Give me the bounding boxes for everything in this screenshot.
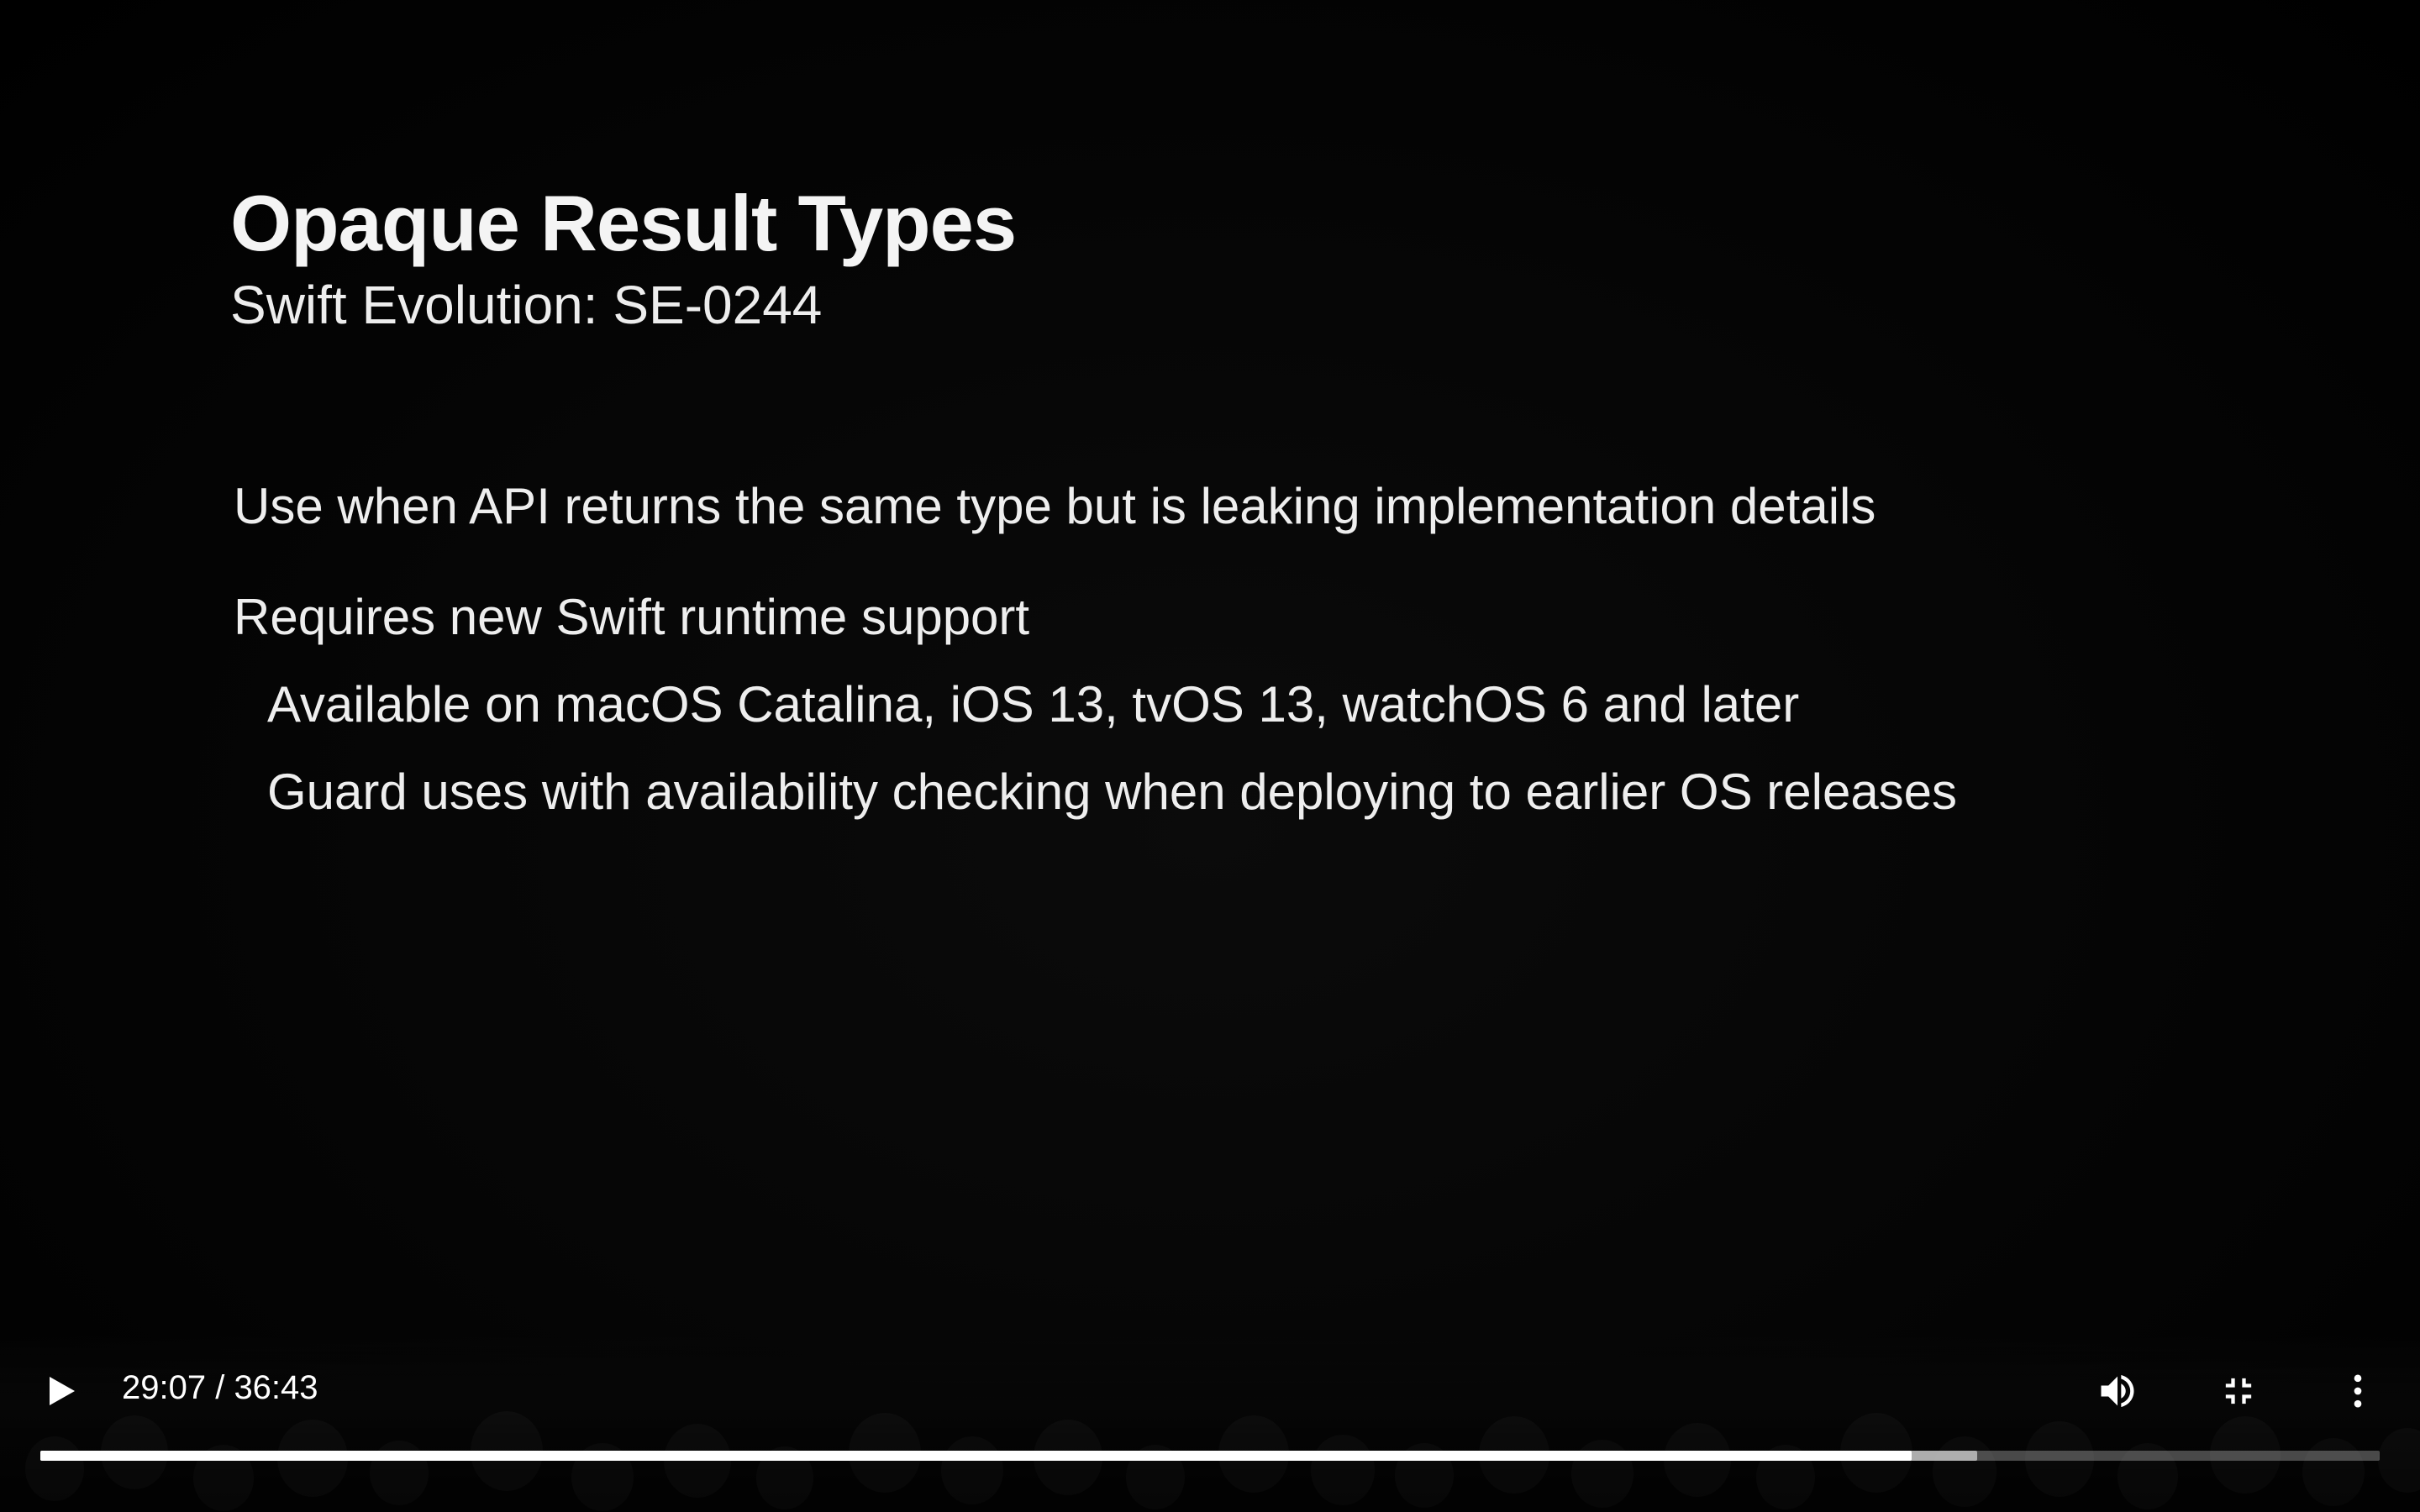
progress-played	[40, 1451, 1912, 1461]
slide-subtitle: Swift Evolution: SE-0244	[230, 275, 823, 335]
slide-bullet: Requires new Swift runtime support	[234, 589, 1030, 645]
play-button[interactable]	[37, 1366, 87, 1416]
slide-title: Opaque Result Types	[230, 179, 1017, 267]
slide-sub-bullet: Available on macOS Catalina, iOS 13, tvO…	[267, 676, 1800, 732]
exit-fullscreen-icon	[2225, 1378, 2252, 1404]
exit-fullscreen-button[interactable]	[2210, 1362, 2267, 1420]
more-vert-icon	[2354, 1374, 2362, 1408]
progress-bar[interactable]	[40, 1451, 2380, 1461]
slide-sub-bullet: Guard uses with availability checking wh…	[267, 764, 1958, 820]
volume-button[interactable]	[2089, 1362, 2146, 1420]
play-icon	[50, 1377, 75, 1405]
controls-overlay	[0, 1327, 2420, 1512]
slide-bullet: Use when API returns the same type but i…	[234, 478, 1876, 534]
volume-icon	[2101, 1374, 2134, 1408]
video-player[interactable]: Opaque Result Types Swift Evolution: SE-…	[0, 0, 2420, 1512]
more-options-button[interactable]	[2329, 1362, 2386, 1420]
time-display: 29:07 / 36:43	[122, 1369, 318, 1406]
